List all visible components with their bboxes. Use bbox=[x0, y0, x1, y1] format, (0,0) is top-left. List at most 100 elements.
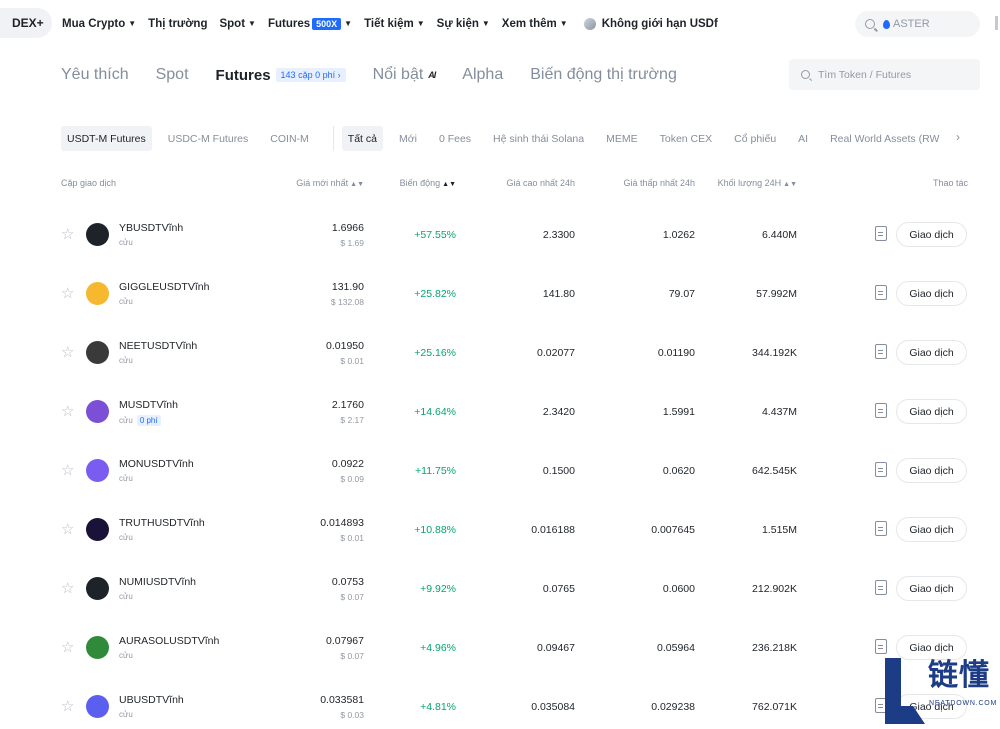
dex-button[interactable]: DEX+ bbox=[0, 8, 52, 38]
perpetual-suffix: cửu bbox=[119, 474, 133, 483]
nav-events[interactable]: Sự kiện ▼ bbox=[437, 18, 490, 30]
tab-label: Spot bbox=[155, 66, 189, 83]
pair-symbol[interactable]: MUSDTVĩnh bbox=[119, 399, 178, 411]
nav-label: Sự kiện bbox=[436, 17, 479, 30]
filter-all[interactable]: Tất cả bbox=[341, 126, 383, 151]
nav-more[interactable]: Xem thêm ▼ bbox=[502, 18, 568, 30]
star-icon[interactable]: ☆ bbox=[61, 463, 74, 478]
high-24h: 0.016188 bbox=[531, 524, 575, 536]
pair-symbol[interactable]: YBUSDTVĩnh bbox=[119, 222, 183, 234]
table-row[interactable]: ☆ NUMIUSDTVĩnh cửu 0.0753 $ 0.07 +9.92% 0.0765… bbox=[0, 559, 1000, 618]
tab-spot[interactable]: Spot bbox=[156, 66, 189, 84]
high-24h: 0.035084 bbox=[531, 701, 575, 713]
top-search-input[interactable]: ASTER bbox=[855, 11, 980, 37]
filter-coin-m[interactable]: COIN-M bbox=[264, 126, 315, 151]
document-icon[interactable] bbox=[875, 344, 887, 359]
tab-alpha[interactable]: Alpha bbox=[462, 66, 503, 84]
document-icon[interactable] bbox=[875, 226, 887, 241]
filter-zero-fees[interactable]: 0 Fees bbox=[433, 126, 477, 151]
nav-earn[interactable]: Tiết kiệm ▼ bbox=[364, 18, 425, 30]
tab-featured[interactable]: Nổi bật AI bbox=[373, 66, 437, 84]
star-icon[interactable]: ☆ bbox=[61, 345, 74, 360]
last-price-usd: $ 0.07 bbox=[340, 592, 364, 602]
filter-usdc-m[interactable]: USDC-M Futures bbox=[162, 126, 255, 151]
table-row[interactable]: ☆ UBUSDTVĩnh cửu 0.033581 $ 0.03 +4.81% 0.0350… bbox=[0, 677, 1000, 729]
trade-button[interactable]: Giao dịch bbox=[896, 399, 967, 424]
filter-rwa[interactable]: Real World Assets (RW bbox=[824, 126, 945, 151]
trade-button[interactable]: Giao dịch bbox=[896, 222, 967, 247]
star-icon[interactable]: ☆ bbox=[61, 227, 74, 242]
pair-symbol[interactable]: AURASOLUSDTVĩnh bbox=[119, 635, 219, 647]
star-icon[interactable]: ☆ bbox=[61, 699, 74, 714]
tab-futures[interactable]: Futures 143 cặp 0 phí › bbox=[216, 67, 346, 84]
document-icon[interactable] bbox=[875, 403, 887, 418]
perpetual-suffix: cửu bbox=[119, 651, 133, 660]
filter-stocks[interactable]: Cổ phiếu bbox=[728, 126, 782, 151]
chevron-right-icon[interactable]: › bbox=[956, 130, 960, 144]
tab-favorites[interactable]: Yêu thích bbox=[61, 66, 129, 84]
chevron-down-icon: ▼ bbox=[344, 19, 353, 28]
nav-spot[interactable]: Spot ▼ bbox=[219, 18, 255, 30]
filter-usdt-m[interactable]: USDT-M Futures bbox=[61, 126, 152, 151]
price-change: +4.96% bbox=[420, 642, 456, 654]
nav-label: Mua Crypto bbox=[62, 17, 126, 30]
header-label: Khối lượng 24H bbox=[717, 178, 782, 188]
pair-symbol[interactable]: GIGGLEUSDTVĩnh bbox=[119, 281, 209, 293]
document-icon[interactable] bbox=[875, 285, 887, 300]
ub-logo-icon bbox=[86, 695, 109, 718]
volume-24h: 6.440M bbox=[761, 229, 797, 241]
tab-market-movers[interactable]: Biến động thị trường bbox=[530, 66, 677, 84]
filter-cex-token[interactable]: Token CEX bbox=[654, 126, 719, 151]
table-row[interactable]: ☆ MONUSDTVĩnh cửu 0.0922 $ 0.09 +11.75% 0.1500… bbox=[0, 441, 1000, 500]
table-row[interactable]: ☆ GIGGLEUSDTVĩnh cửu 131.90 $ 132.08 +25.82% 1… bbox=[0, 264, 1000, 323]
sort-icon: ▲▼ bbox=[442, 181, 456, 188]
header-low: Giá thấp nhất 24h bbox=[623, 178, 695, 188]
table-row[interactable]: ☆ AURASOLUSDTVĩnh cửu 0.07967 $ 0.07 +4.96% 0.… bbox=[0, 618, 1000, 677]
filter-new[interactable]: Mới bbox=[393, 126, 423, 151]
star-icon[interactable]: ☆ bbox=[61, 640, 74, 655]
sort-icon: ▲▼ bbox=[350, 181, 364, 188]
trade-button[interactable]: Giao dịch bbox=[896, 458, 967, 483]
trade-button[interactable]: Giao dịch bbox=[896, 281, 967, 306]
header-label: Giá mới nhất bbox=[296, 178, 349, 188]
table-row[interactable]: ☆ NEETUSDTVĩnh cửu 0.01950 $ 0.01 +25.16% 0.02… bbox=[0, 323, 1000, 382]
nav-label: Thị trường bbox=[148, 17, 208, 30]
filter-ai[interactable]: AI bbox=[792, 126, 814, 151]
star-icon[interactable]: ☆ bbox=[61, 522, 74, 537]
document-icon[interactable] bbox=[875, 462, 887, 477]
nav-usdf[interactable]: Không giới hạn USDf bbox=[580, 17, 718, 30]
last-price-usd: $ 0.09 bbox=[340, 474, 364, 484]
pair-symbol[interactable]: NUMIUSDTVĩnh bbox=[119, 576, 196, 588]
pair-symbol[interactable]: TRUTHUSDTVĩnh bbox=[119, 517, 205, 529]
token-search-input[interactable]: Tìm Token / Futures bbox=[789, 59, 980, 90]
zero-fee-pairs-badge[interactable]: 143 cặp 0 phí › bbox=[275, 68, 346, 82]
header-volume[interactable]: Khối lượng 24H ▲▼ bbox=[718, 178, 797, 188]
pair-symbol[interactable]: NEETUSDTVĩnh bbox=[119, 340, 197, 352]
pair-symbol[interactable]: UBUSDTVĩnh bbox=[119, 694, 184, 706]
filter-meme[interactable]: MEME bbox=[600, 126, 644, 151]
high-24h: 0.02077 bbox=[537, 347, 575, 359]
star-icon[interactable]: ☆ bbox=[61, 581, 74, 596]
filter-solana[interactable]: Hệ sinh thái Solana bbox=[487, 126, 590, 151]
low-24h: 0.029238 bbox=[651, 701, 695, 713]
high-24h: 141.80 bbox=[542, 288, 575, 300]
star-icon[interactable]: ☆ bbox=[61, 404, 74, 419]
table-row[interactable]: ☆ YBUSDTVĩnh cửu 1.6966 $ 1.69 +57.55% 2.3300 1… bbox=[0, 205, 1000, 264]
nav-markets[interactable]: Thị trường bbox=[148, 18, 207, 30]
pair-symbol[interactable]: MONUSDTVĩnh bbox=[119, 458, 194, 470]
trade-button[interactable]: Giao dịch bbox=[896, 340, 967, 365]
high-24h: 0.09467 bbox=[537, 642, 575, 654]
trade-button[interactable]: Giao dịch bbox=[896, 517, 967, 542]
document-icon[interactable] bbox=[875, 580, 887, 595]
table-row[interactable]: ☆ TRUTHUSDTVĩnh cửu 0.014893 $ 0.01 +10.88% 0.… bbox=[0, 500, 1000, 559]
nav-futures[interactable]: Futures 500X ▼ bbox=[268, 17, 353, 30]
header-change[interactable]: Biến động ▲▼ bbox=[400, 178, 456, 188]
document-icon[interactable] bbox=[875, 521, 887, 536]
trade-button[interactable]: Giao dịch bbox=[896, 576, 967, 601]
header-last-price[interactable]: Giá mới nhất ▲▼ bbox=[296, 178, 364, 188]
nav-buy-crypto[interactable]: Mua Crypto ▼ bbox=[62, 18, 136, 30]
price-change: +10.88% bbox=[414, 524, 456, 536]
star-icon[interactable]: ☆ bbox=[61, 286, 74, 301]
document-icon[interactable] bbox=[875, 639, 887, 654]
table-row[interactable]: ☆ MUSDTVĩnh cửu 0 phí 2.1760 $ 2.17 +14.64% 2.3… bbox=[0, 382, 1000, 441]
